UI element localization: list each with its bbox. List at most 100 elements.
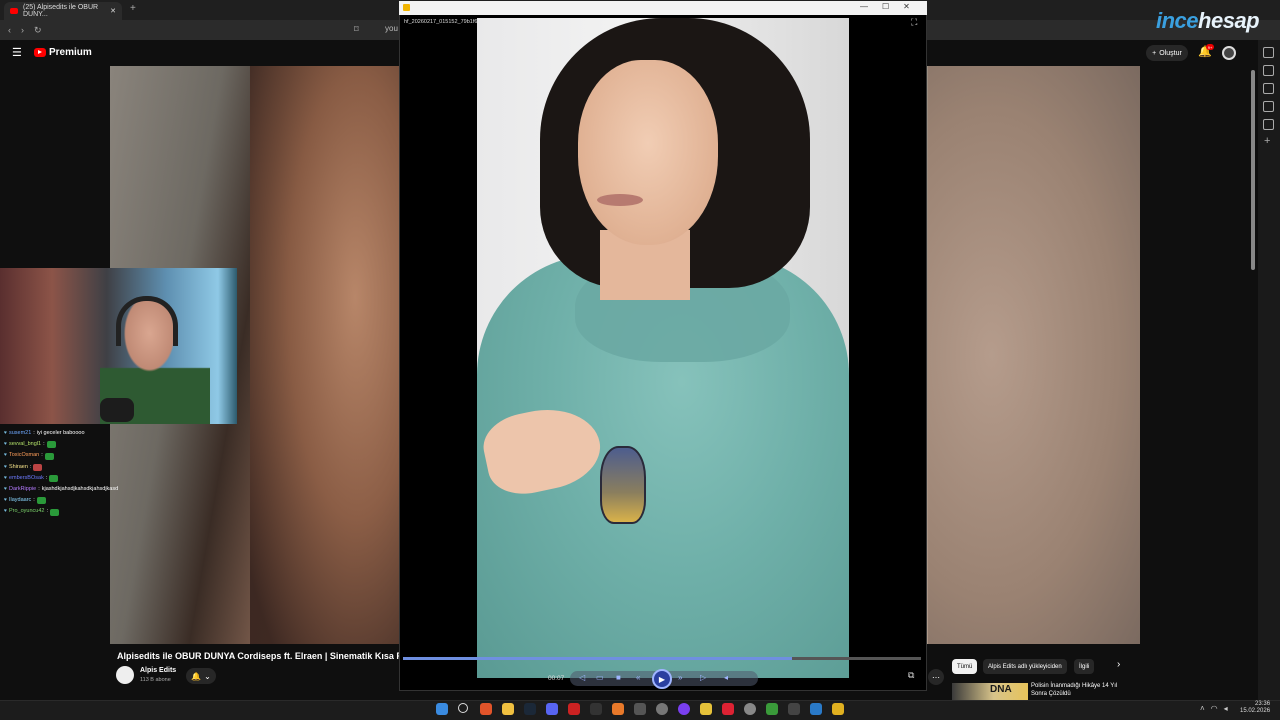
address-input[interactable]: you <box>385 24 398 33</box>
app-icon[interactable] <box>810 703 822 715</box>
taskbar-clock[interactable]: 23:36 15.02.2026 <box>1240 701 1270 715</box>
chat-message: ♥ Pro_oyuncu42: <box>4 506 144 517</box>
chip-related[interactable]: İlgili <box>1074 659 1095 674</box>
emote-icon <box>44 452 54 460</box>
brave-icon[interactable] <box>480 703 492 715</box>
app-icon[interactable] <box>788 703 800 715</box>
steam-icon[interactable] <box>524 703 536 715</box>
app-icon[interactable] <box>766 703 778 715</box>
more-actions-button[interactable]: ⋯ <box>928 669 944 685</box>
channel-name[interactable]: Alpis Edits <box>140 667 176 674</box>
heart-icon: ♥ <box>4 474 7 481</box>
chevron-up-icon[interactable]: ˄ <box>1200 704 1205 713</box>
chevron-down-icon: ⌄ <box>204 671 211 681</box>
sidebar-tool-icon[interactable] <box>1263 101 1274 112</box>
recommendation-title[interactable]: Polisin İnanmadığı Hikâye 14 Yıl Sonra Ç… <box>1031 682 1131 698</box>
chat-message: ♥ ToxicOsman: <box>4 450 144 461</box>
menu-icon[interactable]: ☰ <box>12 46 22 59</box>
obs-icon[interactable] <box>656 703 668 715</box>
create-label: Oluştur <box>1159 49 1182 57</box>
sidebar-add-icon[interactable]: + <box>1264 135 1270 147</box>
bookmark-icon[interactable]: ⌑ <box>354 24 359 35</box>
close-tab-icon[interactable]: ✕ <box>110 7 116 15</box>
chat-message: ♥ Shiraen: <box>4 462 144 473</box>
emote-icon <box>49 508 59 516</box>
video-title: Alpisedits ile OBUR DUNYA Cordiseps ft. … <box>117 651 415 661</box>
microphone-icon <box>100 398 134 422</box>
youtube-favicon-icon <box>10 8 18 14</box>
app-icon[interactable] <box>612 703 624 715</box>
sidebar-tool-icon[interactable] <box>1263 83 1274 94</box>
discord-icon[interactable] <box>546 703 558 715</box>
media-player-icon[interactable] <box>832 703 844 715</box>
forward-icon[interactable]: › <box>21 25 24 35</box>
chip-all[interactable]: Tümü <box>952 659 978 674</box>
video-fabric-background <box>928 66 1140 644</box>
chip-from-uploader[interactable]: Alpis Edits adlı yükleyiciden <box>983 659 1067 674</box>
rewind-icon[interactable]: « <box>636 673 640 682</box>
reload-icon[interactable]: ↻ <box>34 25 42 36</box>
settings-gear-icon[interactable] <box>744 703 756 715</box>
headset-icon <box>116 296 178 346</box>
heart-icon: ♥ <box>4 463 7 470</box>
sidebar-tool-icon[interactable] <box>1263 119 1274 130</box>
bell-icon: 🔔 <box>191 671 202 681</box>
volume-tray-icon[interactable]: ◂ <box>1224 704 1228 713</box>
minimize-icon[interactable]: — <box>860 2 868 11</box>
video-closeup-face <box>250 66 400 644</box>
stream-chat: ♥ susem21: iyi geceler baboooo ♥ sevval_bng… <box>4 428 144 518</box>
emote-icon <box>33 463 43 471</box>
browser-tab[interactable]: (25) Alpisedits ile OBUR DUNY... ✕ <box>4 2 122 20</box>
search-icon[interactable] <box>458 703 468 713</box>
file-explorer-icon[interactable] <box>502 703 514 715</box>
heart-icon: ♥ <box>4 430 7 436</box>
app-icon[interactable] <box>590 703 602 715</box>
fast-forward-icon[interactable]: » <box>678 673 682 682</box>
chevron-right-icon[interactable]: › <box>1117 659 1120 670</box>
app-icon[interactable] <box>678 703 690 715</box>
app-icon[interactable] <box>634 703 646 715</box>
new-tab-icon[interactable]: + <box>130 3 136 14</box>
maximize-icon[interactable]: ☐ <box>882 2 889 11</box>
notification-badge: 9+ <box>1206 44 1214 50</box>
logo-label: Premium <box>49 47 92 58</box>
youtube-play-icon <box>34 48 46 57</box>
play-button[interactable]: ▶ <box>652 669 672 689</box>
subscriber-count: 113 B abone <box>140 677 171 683</box>
stop-icon[interactable]: ■ <box>616 673 621 682</box>
heart-icon: ♥ <box>4 497 7 504</box>
emote-icon <box>46 441 56 449</box>
playback-time: 00:07 <box>548 675 565 682</box>
youtube-logo[interactable]: Premium <box>34 47 92 58</box>
heart-icon: ♥ <box>4 486 7 493</box>
create-button[interactable]: + Oluştur <box>1146 45 1188 61</box>
fullscreen-icon[interactable]: ⛶ <box>911 17 917 28</box>
subscription-bell-button[interactable]: 🔔 ⌄ <box>186 668 216 684</box>
volume-icon[interactable]: ◂ <box>724 673 728 682</box>
emote-icon <box>36 497 46 505</box>
plus-icon: + <box>1152 49 1157 57</box>
model-face <box>578 60 718 245</box>
channel-avatar[interactable] <box>116 666 134 684</box>
hoodie-embroidery-patch <box>600 446 646 524</box>
sidebar-tool-icon[interactable] <box>1263 47 1274 58</box>
app-icon[interactable] <box>722 703 734 715</box>
speaker-icon[interactable]: ◁ <box>579 673 585 682</box>
network-icon[interactable]: ◠ <box>1211 704 1218 713</box>
miniplayer-icon[interactable]: ⧉ <box>908 670 914 681</box>
model-smile <box>597 194 643 206</box>
account-avatar[interactable] <box>1222 46 1236 60</box>
start-icon[interactable] <box>436 703 448 715</box>
sidebar-tool-icon[interactable] <box>1263 65 1274 76</box>
app-icon[interactable] <box>700 703 712 715</box>
player-title-bar[interactable] <box>399 1 927 15</box>
chat-message: ♥ DarkRippie: kjashdkjahsdjkahsdkjahsdjkas… <box>4 484 144 495</box>
subtitle-icon[interactable]: ▭ <box>596 673 604 682</box>
page-scrollbar[interactable] <box>1251 70 1255 270</box>
next-icon[interactable]: ▷ <box>700 673 706 682</box>
heart-icon: ♥ <box>4 452 7 459</box>
media-app-icon[interactable] <box>568 703 580 715</box>
chat-message: ♥ embersBOsak: <box>4 473 144 484</box>
close-icon[interactable]: ✕ <box>903 2 910 11</box>
back-icon[interactable]: ‹ <box>8 25 11 35</box>
